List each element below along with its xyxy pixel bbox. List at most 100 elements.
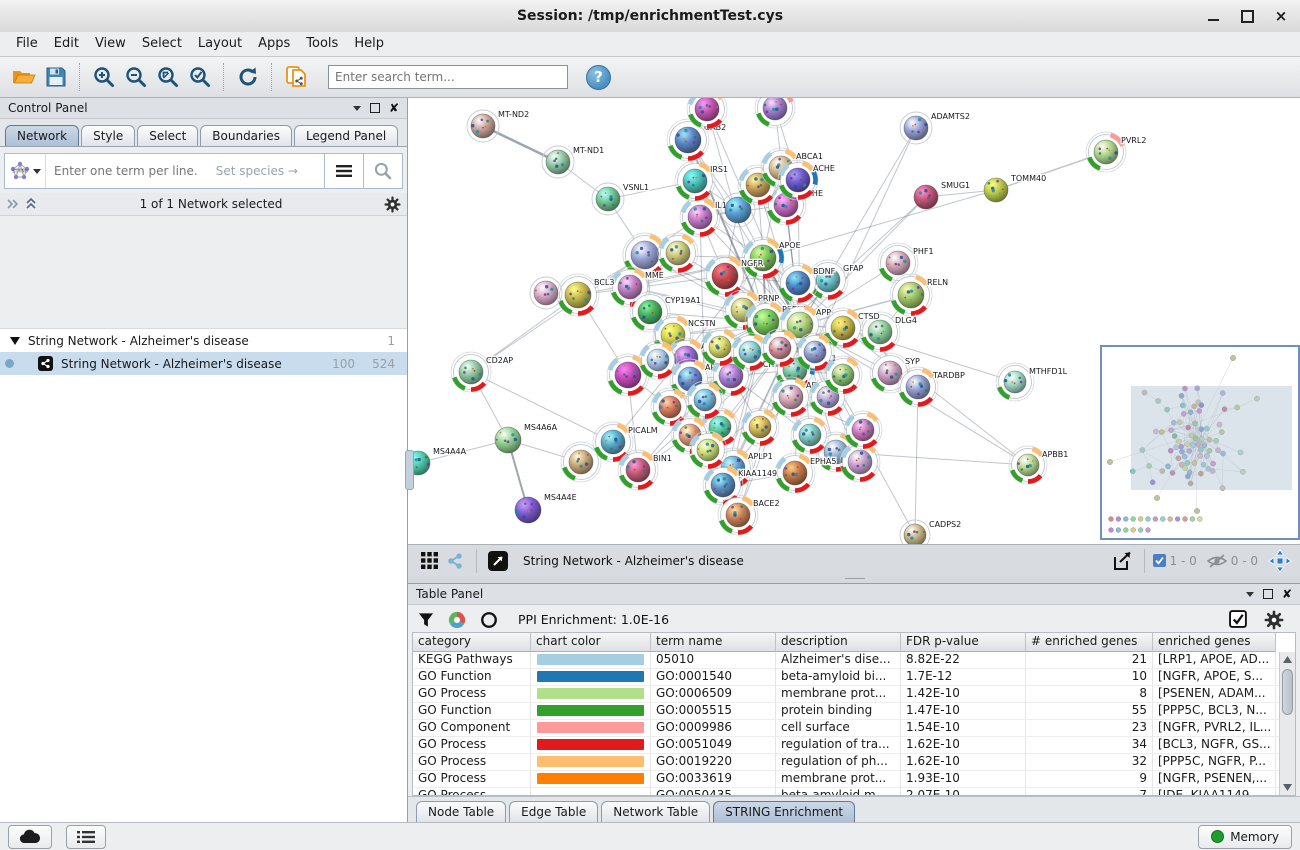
network-node[interactable] [689,431,727,469]
network-node-TARDBP[interactable]: TARDBP [898,367,965,407]
network-node-BACE2[interactable]: BACE2 [718,495,780,535]
menu-item-help[interactable]: Help [346,32,392,56]
string-view-icon[interactable] [442,548,468,574]
column-header-chart-color[interactable]: chart color [531,633,651,652]
column-header-description[interactable]: description [776,633,901,652]
close-panel-icon[interactable]: ✘ [389,103,399,113]
collapse-all-icon[interactable] [6,198,20,210]
network-node-PVRL2[interactable]: PVRL2 [1086,132,1146,172]
ring-chart-icon[interactable] [480,611,498,629]
network-node[interactable] [761,329,799,367]
network-node[interactable] [658,233,698,273]
menu-item-file[interactable]: File [8,32,46,56]
menu-item-edit[interactable]: Edit [46,32,87,56]
column-header-term-name[interactable]: term name [651,633,776,652]
scroll-up-icon[interactable] [1280,652,1295,667]
close-button[interactable]: × [1274,9,1288,23]
tab-legend-panel[interactable]: Legend Panel [294,125,398,146]
hidden-eye-icon[interactable] [1207,554,1227,568]
network-node[interactable] [844,411,882,449]
float-panel-icon[interactable] [370,103,380,113]
network-collection-row[interactable]: String Network - Alzheimer's disease 1 [0,329,407,352]
search-input[interactable] [328,65,568,89]
float-panel-icon[interactable] [1263,589,1273,599]
network-node[interactable] [791,416,829,454]
save-session-button[interactable] [40,61,72,93]
network-node-IRS1[interactable]: IRS1 [675,161,728,201]
table-tab-node-table[interactable]: Node Table [416,801,506,822]
help-button[interactable]: ? [586,65,611,90]
menu-item-tools[interactable]: Tools [298,32,346,56]
select-columns-icon[interactable] [1229,610,1248,629]
network-node[interactable] [824,356,862,394]
close-panel-icon[interactable]: ✘ [1282,589,1292,599]
network-options-gear-icon[interactable] [384,196,401,213]
menu-item-apps[interactable]: Apps [250,32,298,56]
network-node-GFAP[interactable]: GFAP [808,260,864,300]
tab-select[interactable]: Select [137,125,198,146]
menu-item-layout[interactable]: Layout [190,32,250,56]
network-node[interactable] [741,408,779,446]
table-tab-edge-table[interactable]: Edge Table [509,801,598,822]
menu-item-view[interactable]: View [87,32,134,56]
maximize-button[interactable] [1240,9,1254,23]
column-header-fdr-p-value[interactable]: FDR p-value [901,633,1026,652]
network-node-MTHFD1L[interactable]: MTHFD1L [996,363,1068,401]
string-options-button[interactable] [324,154,363,188]
enrichment-row[interactable]: GO ProcessGO:0033619membrane prot...1.93… [413,771,1295,788]
column-header--enriched-genes[interactable]: # enriched genes [1026,633,1153,652]
panel-menu-icon[interactable] [1246,592,1254,597]
zoom-out-button[interactable] [120,61,152,93]
string-query-input[interactable] [46,154,216,188]
network-node-CD2AP[interactable]: CD2AP [451,352,513,392]
minimize-button[interactable] [1206,9,1220,23]
network-node-MS4A4E[interactable]: MS4A4E [515,493,577,523]
network-node-BIN1[interactable]: BIN1 [618,450,672,490]
copy-network-button[interactable] [280,61,312,93]
refresh-icon[interactable] [232,61,264,93]
scrollbar-thumb[interactable] [1282,669,1293,715]
network-node-VSNL1[interactable]: VSNL1 [592,183,649,215]
enrichment-row[interactable]: GO ProcessGO:0006509membrane prot...1.42… [413,686,1295,703]
column-header-category[interactable]: category [413,633,531,652]
network-node[interactable] [530,277,562,309]
table-scrollbar[interactable] [1279,652,1295,795]
birds-eye-view[interactable] [1100,345,1300,540]
graphics-details-toggle[interactable] [485,548,511,574]
minimap-viewport[interactable] [1131,386,1292,490]
enrichment-row[interactable]: GO ProcessGO:0051049regulation of tra...… [413,737,1295,754]
network-node-IL1B[interactable]: IL1B [680,197,732,237]
network-row[interactable]: String Network - Alzheimer's disease 100… [0,352,407,375]
menu-item-select[interactable]: Select [134,32,190,56]
network-node[interactable] [686,381,724,419]
zoom-selected-button[interactable] [184,61,216,93]
tab-boundaries[interactable]: Boundaries [200,125,292,146]
network-node-MS4A6A[interactable]: MS4A6A [495,423,558,453]
network-node-MS4A4A[interactable]: MS4A4A [408,447,467,475]
string-logo-dropdown[interactable]: STRING [5,154,46,188]
enrichment-row[interactable]: GO ComponentGO:0009986cell surface1.54E-… [413,720,1295,737]
set-species-hint[interactable]: Set species → [216,154,324,188]
tab-network[interactable]: Network [5,125,79,146]
string-search-button[interactable] [363,154,402,188]
table-tab-string-enrichment[interactable]: STRING Enrichment [713,801,855,822]
expand-all-icon[interactable] [24,198,38,210]
navigator-toggle-icon[interactable] [1268,549,1292,573]
memory-button[interactable]: Memory [1198,825,1292,849]
network-node-TOMM40[interactable]: TOMM40 [984,174,1046,202]
table-settings-gear-icon[interactable] [1264,610,1284,630]
selected-nodes-checkbox-icon[interactable] [1153,554,1166,567]
enrichment-row[interactable]: KEGG Pathways05010Alzheimer's dise...8.8… [413,652,1295,669]
enrichment-row[interactable]: GO FunctionGO:0005515protein binding1.47… [413,703,1295,720]
network-node[interactable] [755,98,795,128]
zoom-fit-button[interactable] [152,61,184,93]
network-node-MT-ND2[interactable]: MT-ND2 [467,110,529,142]
tab-style[interactable]: Style [81,125,135,146]
scroll-down-icon[interactable] [1280,780,1295,795]
network-canvas[interactable]: MT-ND2MT-ND1VSNL1GAB2ADAMTS2SMUG1TOMM40P… [408,98,1300,545]
task-history-button[interactable] [66,825,106,849]
enrichment-chart-icon[interactable] [448,611,466,629]
export-network-icon[interactable] [1108,547,1136,575]
open-session-button[interactable] [8,61,40,93]
enrichment-row[interactable]: GO ProcessGO:0050435beta-amyloid m...2.0… [413,788,1295,796]
